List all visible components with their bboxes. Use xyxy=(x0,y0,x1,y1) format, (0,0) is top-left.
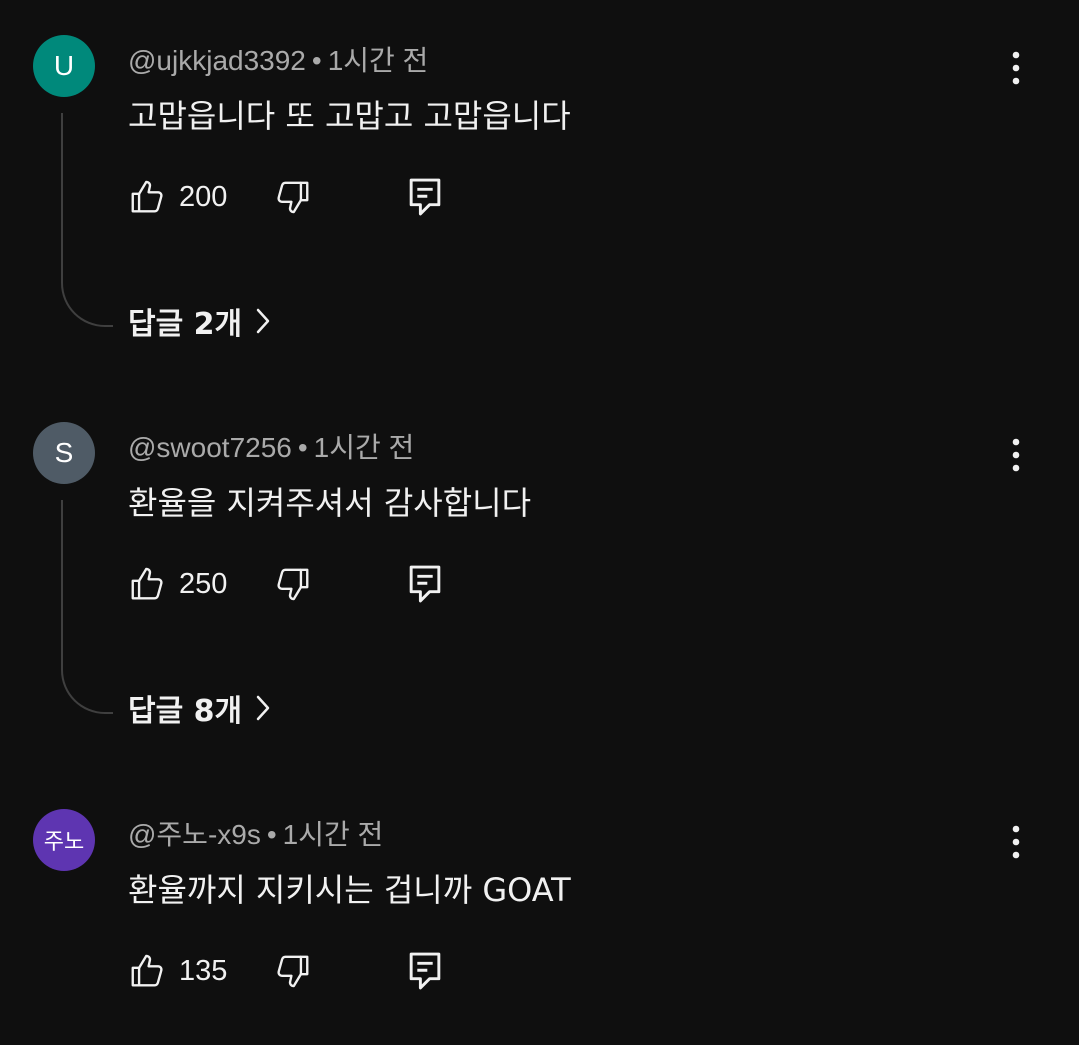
meta-separator: • xyxy=(311,45,322,76)
thread-line xyxy=(61,500,113,714)
more-vertical-icon xyxy=(1012,825,1020,859)
thumbs-up-icon xyxy=(131,567,163,600)
comment-text: 환율을 지켜주셔서 감사합니다 xyxy=(128,484,532,522)
thumbs-down-icon xyxy=(277,181,309,214)
comment-time: 1시간 전 xyxy=(282,819,384,850)
like-count: 135 xyxy=(179,954,228,987)
comment-author[interactable]: @ujkkjad3392 xyxy=(128,45,306,76)
like-count: 200 xyxy=(179,180,228,213)
comment-time: 1시간 전 xyxy=(327,45,429,76)
like-button[interactable]: 200 xyxy=(128,175,227,219)
thumbs-up-icon xyxy=(131,180,163,213)
avatar[interactable]: U xyxy=(33,35,95,97)
reply-button[interactable] xyxy=(408,562,442,606)
thumbs-up-icon xyxy=(131,954,163,987)
meta-separator: • xyxy=(266,819,277,850)
more-vertical-icon xyxy=(1012,51,1020,85)
like-count: 250 xyxy=(179,567,228,600)
more-options-button[interactable] xyxy=(1000,43,1032,93)
more-options-button[interactable] xyxy=(1000,817,1032,867)
comment-item: S @swoot7256 • 1시간 전 환율을 지켜주셔서 감사합니다 250 답… xyxy=(0,422,1079,742)
comment-meta: @주노-x9s • 1시간 전 xyxy=(128,813,383,853)
chevron-right-icon xyxy=(256,308,270,334)
dislike-button[interactable] xyxy=(274,949,312,993)
view-replies-button[interactable]: 답글 2개 xyxy=(128,299,270,343)
reply-comment-icon xyxy=(409,952,441,990)
comment-actions: 135 xyxy=(128,949,488,993)
thread-line xyxy=(61,113,113,327)
dislike-button[interactable] xyxy=(274,175,312,219)
comment-item: U @ujkkjad3392 • 1시간 전 고맙읍니다 또 고맙고 고맙읍니다 2… xyxy=(0,35,1079,355)
chevron-right-icon xyxy=(256,695,270,721)
replies-count-label: 답글 2개 xyxy=(128,307,243,342)
comment-author[interactable]: @swoot7256 xyxy=(128,432,292,463)
comment-meta: @swoot7256 • 1시간 전 xyxy=(128,426,414,466)
dislike-button[interactable] xyxy=(274,562,312,606)
comment-item: 주노 @주노-x9s • 1시간 전 환율까지 지키시는 겁니까 GOAT 135 xyxy=(0,809,1079,1009)
thumbs-down-icon xyxy=(277,568,309,601)
comment-author[interactable]: @주노-x9s xyxy=(128,819,261,850)
replies-count-label: 답글 8개 xyxy=(128,694,243,729)
comment-text: 환율까지 지키시는 겁니까 GOAT xyxy=(128,871,571,909)
more-options-button[interactable] xyxy=(1000,430,1032,480)
meta-separator: • xyxy=(297,432,308,463)
comment-actions: 250 xyxy=(128,562,488,606)
comment-meta: @ujkkjad3392 • 1시간 전 xyxy=(128,39,428,79)
avatar[interactable]: S xyxy=(33,422,95,484)
comment-actions: 200 xyxy=(128,175,488,219)
more-vertical-icon xyxy=(1012,438,1020,472)
reply-comment-icon xyxy=(409,178,441,216)
comment-time: 1시간 전 xyxy=(313,432,415,463)
reply-button[interactable] xyxy=(408,175,442,219)
like-button[interactable]: 135 xyxy=(128,949,227,993)
reply-comment-icon xyxy=(409,565,441,603)
view-replies-button[interactable]: 답글 8개 xyxy=(128,686,270,730)
reply-button[interactable] xyxy=(408,949,442,993)
avatar[interactable]: 주노 xyxy=(33,809,95,871)
like-button[interactable]: 250 xyxy=(128,562,227,606)
comment-text: 고맙읍니다 또 고맙고 고맙읍니다 xyxy=(128,97,571,135)
thumbs-down-icon xyxy=(277,955,309,988)
